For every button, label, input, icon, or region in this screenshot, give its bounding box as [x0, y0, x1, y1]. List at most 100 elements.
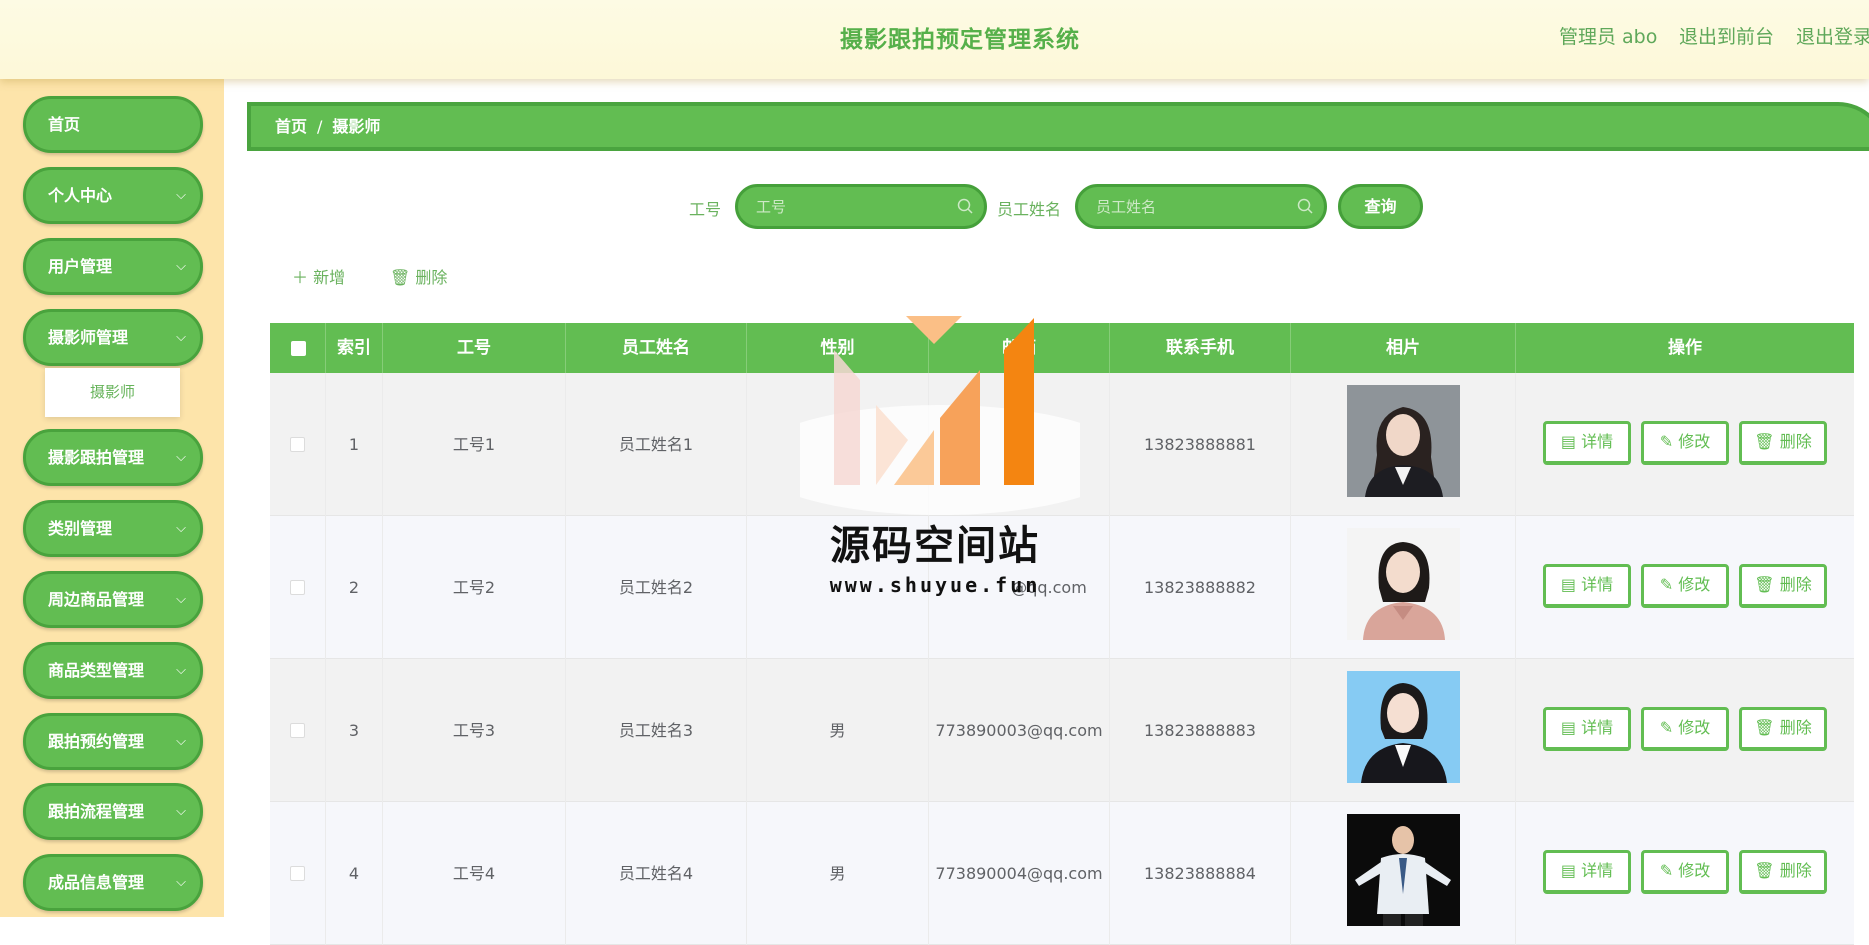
- edit-button[interactable]: ✎ 修改: [1641, 564, 1729, 608]
- edit-button[interactable]: ✎ 修改: [1641, 850, 1729, 894]
- breadcrumb-current: 摄影师: [332, 117, 381, 136]
- detail-button[interactable]: ▤ 详情: [1543, 850, 1631, 894]
- column-header: 工号: [383, 323, 566, 373]
- document-icon: ▤: [1560, 575, 1582, 594]
- index-cell: 3: [326, 659, 383, 802]
- sidebar-item-merch[interactable]: 周边商品管理 ⌵: [23, 571, 203, 628]
- sidebar-item-workflow[interactable]: 跟拍流程管理 ⌵: [23, 783, 203, 840]
- edit-label: 修改: [1678, 718, 1711, 737]
- photographer-photo[interactable]: [1347, 528, 1460, 640]
- sidebar-item-product-types[interactable]: 商品类型管理 ⌵: [23, 642, 203, 699]
- trash-icon: 🗑: [1754, 432, 1780, 451]
- sidebar-item-label: 商品类型管理: [48, 661, 145, 680]
- index-cell: 1: [326, 373, 383, 516]
- current-user: 管理员 abo: [1559, 26, 1658, 48]
- delete-button[interactable]: 🗑 删除: [1739, 421, 1827, 465]
- delete-label: 删除: [1779, 575, 1812, 594]
- chevron-down-icon: ⌵: [176, 875, 186, 890]
- row-select-cell: [270, 373, 326, 516]
- row-checkbox[interactable]: [290, 723, 305, 738]
- add-button[interactable]: ＋ 新增: [292, 264, 345, 288]
- delete-button[interactable]: 🗑 删除: [1739, 850, 1827, 894]
- exit-to-front-link[interactable]: 退出到前台: [1679, 22, 1774, 49]
- sidebar-item-label: 首页: [48, 115, 81, 134]
- sidebar-item-personal-center[interactable]: 个人中心 ⌵: [23, 167, 203, 224]
- sidebar-subitem-photographer[interactable]: 摄影师: [45, 368, 180, 417]
- batch-delete-button[interactable]: 🗑 删除: [390, 264, 447, 288]
- phone-cell: 13823888883: [1110, 659, 1291, 802]
- detail-label: 详情: [1581, 718, 1614, 737]
- sidebar-item-photographers[interactable]: 摄影师管理 ⌵: [23, 309, 203, 366]
- search-icon: [1297, 198, 1313, 214]
- id-search-input[interactable]: [756, 194, 946, 220]
- logout-link[interactable]: 退出登录: [1796, 22, 1869, 49]
- trash-icon: 🗑: [1754, 575, 1780, 594]
- detail-button[interactable]: ▤ 详情: [1543, 421, 1631, 465]
- pencil-icon: ✎: [1659, 718, 1679, 737]
- chevron-down-icon: ⌵: [176, 521, 186, 536]
- chevron-down-icon: ⌵: [176, 259, 186, 274]
- sidebar-item-label: 摄影跟拍管理: [48, 448, 145, 467]
- chevron-down-icon: ⌵: [176, 450, 186, 465]
- ops-cell: ▤ 详情 ✎ 修改 🗑 删除: [1516, 516, 1854, 659]
- sidebar-item-photo-follow[interactable]: 摄影跟拍管理 ⌵: [23, 429, 203, 486]
- trash-icon: 🗑: [1754, 718, 1780, 737]
- sidebar-item-bookings[interactable]: 跟拍预约管理 ⌵: [23, 713, 203, 770]
- photo-cell: [1291, 373, 1516, 516]
- name-cell: 员工姓名2: [566, 516, 747, 659]
- query-button[interactable]: 查询: [1338, 184, 1423, 229]
- select-all-checkbox[interactable]: [291, 341, 306, 356]
- table-row: 3 工号3 员工姓名3 男 773890003@qq.com 138238888…: [270, 659, 1854, 802]
- name-search-field[interactable]: [1075, 184, 1327, 229]
- id-search-label: 工号: [689, 200, 722, 219]
- plus-icon: ＋: [292, 268, 314, 287]
- photo-cell: [1291, 802, 1516, 945]
- column-header: 相片: [1291, 323, 1516, 373]
- select-all-cell: [270, 323, 326, 373]
- watermark-title: 源码空间站: [830, 523, 1040, 569]
- delete-button[interactable]: 🗑 删除: [1739, 707, 1827, 751]
- photographer-photo[interactable]: [1347, 814, 1460, 926]
- detail-button[interactable]: ▤ 详情: [1543, 707, 1631, 751]
- row-checkbox[interactable]: [290, 437, 305, 452]
- trash-icon: 🗑: [390, 268, 416, 287]
- sidebar-item-categories[interactable]: 类别管理 ⌵: [23, 500, 203, 557]
- index-cell: 2: [326, 516, 383, 659]
- watermark-url: www.shuyue.fun: [829, 573, 1041, 597]
- column-header: 联系手机: [1110, 323, 1291, 373]
- ops-cell: ▤ 详情 ✎ 修改 🗑 删除: [1516, 659, 1854, 802]
- delete-label: 删除: [1779, 718, 1812, 737]
- sidebar-item-home[interactable]: 首页: [23, 96, 203, 153]
- column-header: 员工姓名: [566, 323, 747, 373]
- column-header: 索引: [326, 323, 383, 373]
- sidebar-item-label: 成品信息管理: [48, 873, 145, 892]
- phone-cell: 13823888881: [1110, 373, 1291, 516]
- breadcrumb: 首页 / 摄影师: [247, 102, 1869, 151]
- edit-button[interactable]: ✎ 修改: [1641, 421, 1729, 465]
- sidebar-item-finished-products[interactable]: 成品信息管理 ⌵: [23, 854, 203, 911]
- row-checkbox[interactable]: [290, 866, 305, 881]
- delete-label: 删除: [1779, 432, 1812, 451]
- delete-button[interactable]: 🗑 删除: [1739, 564, 1827, 608]
- photographer-photo[interactable]: [1347, 671, 1460, 783]
- id-search-field[interactable]: [735, 184, 987, 229]
- index-cell: 4: [326, 802, 383, 945]
- breadcrumb-home[interactable]: 首页: [275, 117, 307, 136]
- photo-cell: [1291, 659, 1516, 802]
- row-checkbox[interactable]: [290, 580, 305, 595]
- name-cell: 员工姓名4: [566, 802, 747, 945]
- top-header: 摄影跟拍预定管理系统 管理员 abo 退出到前台 退出登录: [0, 0, 1869, 79]
- sidebar-item-users[interactable]: 用户管理 ⌵: [23, 238, 203, 295]
- table-row: 4 工号4 员工姓名4 男 773890004@qq.com 138238888…: [270, 802, 1854, 945]
- row-select-cell: [270, 516, 326, 659]
- edit-button[interactable]: ✎ 修改: [1641, 707, 1729, 751]
- name-search-input[interactable]: [1096, 194, 1286, 220]
- photographer-photo[interactable]: [1347, 385, 1460, 497]
- search-icon: [957, 198, 973, 214]
- sidebar-item-label: 跟拍流程管理: [48, 802, 145, 821]
- detail-button[interactable]: ▤ 详情: [1543, 564, 1631, 608]
- sidebar-item-label: 跟拍预约管理: [48, 732, 145, 751]
- name-cell: 员工姓名1: [566, 373, 747, 516]
- id-cell: 工号3: [383, 659, 566, 802]
- batch-delete-label: 删除: [415, 268, 448, 287]
